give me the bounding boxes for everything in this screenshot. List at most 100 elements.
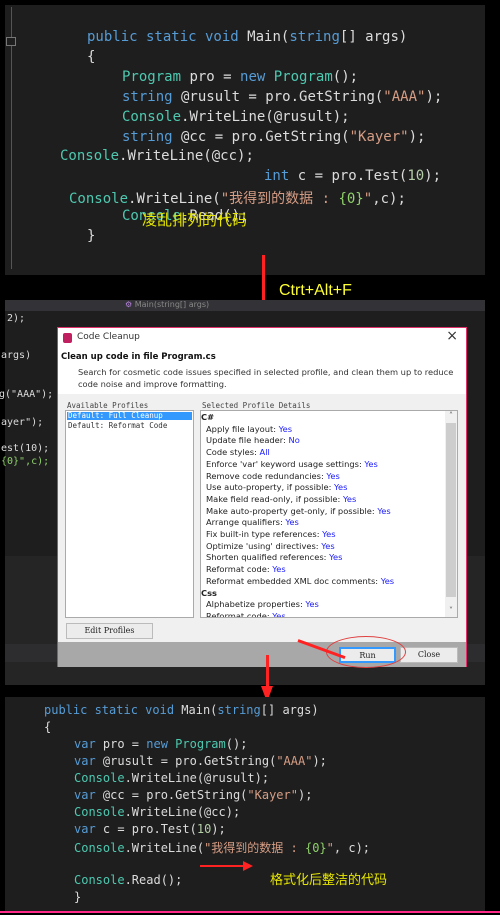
code-token: 10 — [196, 822, 212, 836]
code-token: @rusult = pro.GetString( — [172, 88, 384, 105]
code-fragment: g("AAA"); — [0, 389, 54, 400]
code-token: pro = — [181, 68, 241, 85]
code-token: " — [363, 191, 373, 208]
code-line: Console.Read(); — [74, 873, 182, 887]
code-fragment: 2); — [7, 313, 26, 324]
code-token: Console — [74, 805, 125, 819]
detail-label: Make auto-property get-only, if possible… — [206, 505, 378, 516]
details-row: Reformat code: Yes — [201, 564, 457, 576]
details-row: Reformat code: Yes — [201, 610, 457, 618]
code-line: var pro = new Program(); — [74, 737, 247, 751]
code-token: new — [240, 68, 274, 85]
details-scrollbar[interactable]: ˄ ˅ — [445, 411, 457, 617]
code-token: [] args) — [339, 29, 408, 45]
formatted-code-annotation: 格式化后整洁的代码 — [270, 873, 388, 888]
profile-item-full-cleanup[interactable]: Default: Full Cleanup — [67, 412, 192, 420]
details-row: Update file header: No — [201, 435, 457, 447]
code-line: } — [74, 890, 81, 904]
profile-item-reformat-code[interactable]: Default: Reformat Code — [66, 421, 193, 430]
code-fragment: ayer"); — [1, 417, 44, 428]
close-button[interactable]: Close — [400, 647, 458, 663]
code-fragment: {0}",c); — [1, 456, 50, 467]
code-token: "Kayer" — [349, 128, 409, 145]
code-token: c = pro.Test( — [95, 822, 197, 836]
fold-margin — [11, 7, 12, 269]
code-token: "我得到的数据 : — [204, 841, 305, 855]
code-token: @rusult = pro.GetString( — [95, 754, 277, 768]
code-token: Console — [74, 873, 125, 887]
code-token: "AAA" — [276, 754, 313, 768]
detail-label: Apply file layout: — [206, 423, 279, 434]
code-line: Console.WriteLine("我得到的数据 : {0}", c); — [74, 839, 370, 856]
detail-value: No — [288, 435, 300, 446]
code-token: .WriteLine( — [124, 841, 205, 855]
scroll-thumb[interactable] — [446, 423, 456, 597]
scroll-up-icon[interactable]: ˄ — [445, 411, 457, 420]
detail-label: Reformat code: — [206, 564, 273, 575]
code-token: ); — [211, 822, 226, 836]
breadcrumb[interactable]: Main(string[] args) — [135, 300, 209, 309]
messy-code-annotation: 凌乱排列的代码 — [142, 211, 248, 229]
detail-label: Use auto-property, if possible: — [206, 482, 335, 493]
profiles-list[interactable]: Default: Full Cleanup Default: Reformat … — [65, 410, 194, 618]
code-token: {0} — [338, 191, 364, 208]
code-token: @cc = pro.GetString( — [95, 788, 248, 802]
code-token: Console — [60, 148, 120, 165]
detail-value: Yes — [322, 529, 336, 540]
code-line: { — [87, 49, 95, 65]
navigation-bar: ⚙ Main(string[] args) — [5, 300, 485, 311]
detail-label: Reformat embedded XML doc comments: — [206, 575, 381, 586]
code-token: { — [87, 48, 96, 65]
code-token: Console — [122, 108, 182, 125]
code-line: int c = pro.Test(10); — [264, 168, 441, 184]
code-line: } — [87, 228, 95, 244]
collapse-icon[interactable] — [6, 37, 16, 46]
code-line: Console.WriteLine("我得到的数据 : {0}",c); — [69, 188, 406, 208]
code-token: {0} — [304, 841, 327, 855]
detail-value: Yes — [321, 540, 335, 551]
details-label: Selected Profile Details — [202, 401, 311, 410]
code-token: ); — [408, 128, 426, 145]
code-line: Console.WriteLine(@rusult); — [74, 771, 269, 785]
code-token: } — [74, 890, 82, 904]
code-token: ); — [424, 168, 442, 185]
detail-value: Yes — [278, 423, 293, 434]
dialog-heading: Clean up code in file Program.cs — [61, 352, 216, 362]
detail-label: Reformat code: — [206, 610, 273, 618]
code-token: @cc = pro.GetString( — [172, 128, 350, 145]
code-token: , c); — [333, 841, 371, 855]
detail-label: Enforce 'var' keyword usage settings: — [206, 458, 365, 469]
code-token: ); — [297, 788, 313, 802]
code-line: public static void Main(string[] args) — [44, 703, 319, 717]
details-row: Make field read-only, if possible: Yes — [201, 494, 457, 506]
details-row: Arrange qualifiers: Yes — [201, 517, 457, 529]
code-fragment: args) — [1, 350, 32, 361]
code-token: string — [217, 703, 261, 717]
code-editor-after: public static void Main(string[] args) { v… — [5, 697, 485, 911]
detail-label: Fix built-in type references: — [206, 529, 323, 540]
detail-label: Update file header: — [206, 435, 289, 446]
code-token: .WriteLine(@rusult); — [124, 771, 270, 785]
annotation-arrow — [200, 865, 245, 867]
code-token: var — [74, 822, 96, 836]
scroll-down-icon[interactable]: ˅ — [445, 606, 457, 615]
code-token: .WriteLine( — [128, 191, 221, 208]
code-token: "AAA" — [383, 88, 426, 105]
code-token: pro = — [95, 737, 147, 751]
edit-profiles-button[interactable]: Edit Profiles — [66, 623, 153, 639]
code-line: Console.WriteLine(@cc); — [60, 148, 254, 164]
detail-value: All — [259, 447, 270, 458]
code-line: var c = pro.Test(10); — [74, 822, 226, 836]
code-token: .WriteLine(@rusult); — [181, 108, 350, 125]
run-highlight-circle — [326, 636, 406, 668]
code-token: ); — [425, 88, 443, 105]
detail-value: Yes — [380, 575, 395, 586]
details-row: Make auto-property get-only, if possible… — [201, 506, 457, 518]
details-row: Alphabetize properties: Yes — [201, 599, 457, 611]
code-line: { — [44, 720, 51, 734]
code-cleanup-dialog: Code Cleanup × Clean up code in file Pro… — [57, 327, 467, 668]
profile-details: C# Apply file layout: Yes Update file head… — [200, 410, 458, 618]
code-token: ,c); — [372, 191, 406, 208]
code-token: c = pro.Test( — [289, 168, 408, 185]
close-icon[interactable]: × — [446, 328, 458, 344]
